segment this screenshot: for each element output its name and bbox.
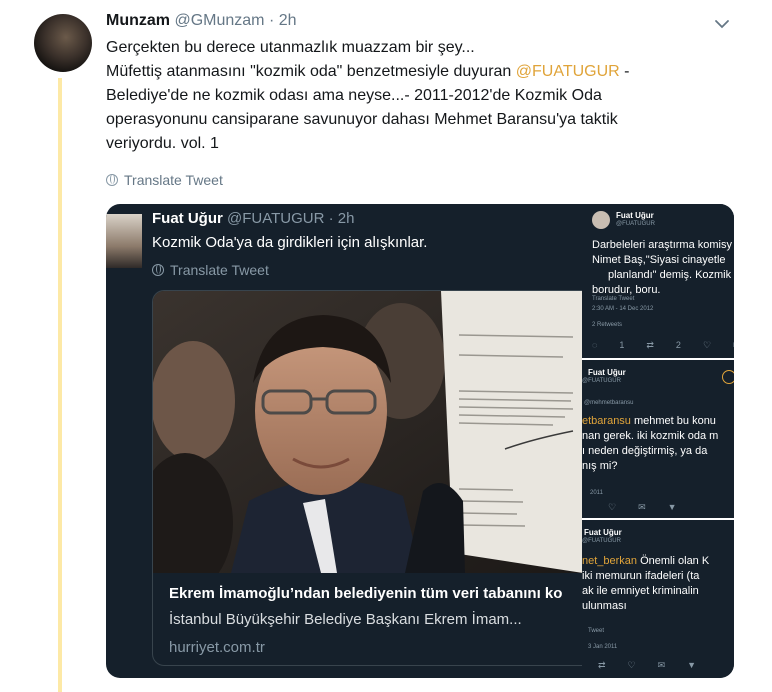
retweet-icon: ⇄ <box>646 340 654 350</box>
screenshot-count: 1 <box>619 340 625 350</box>
screenshot-actions: ⇄ ♡ ✉ ▼ <box>598 660 696 671</box>
quoted-time[interactable]: · 2h <box>329 210 355 227</box>
screenshot-translate: Tweet <box>588 628 605 634</box>
screenshot-line: planlandı" demiş. Kozmik o <box>608 269 734 281</box>
screenshot-line: Nimet Baş,"Siyasi cinayetle <box>592 254 726 266</box>
news-photo-graphic <box>153 291 583 573</box>
tweet-line-segment: - <box>619 63 630 80</box>
quoted-author-handle[interactable]: @FUATUGUR <box>227 210 324 227</box>
thread-line <box>58 78 62 692</box>
dm-icon: ✉ <box>733 340 734 351</box>
tweet-line: Müfettiş atanmasını "kozmik oda" benzetm… <box>106 60 666 84</box>
dm-icon: ✉ <box>638 502 646 512</box>
embedded-screenshot-3: Fuat Uğur @FUATUGUR net_berkan Önemli ol… <box>582 520 734 678</box>
screenshot-date: 2011 <box>590 490 603 496</box>
screenshot-line: Darbeleleri araştırma komisy <box>592 239 732 251</box>
screenshot-mention: etbaransu <box>582 415 631 427</box>
screenshot-line: net_berkan Önemli olan K <box>582 555 710 567</box>
card-title: Ekrem İmamoğlu’ndan belediyenin tüm veri… <box>169 585 563 602</box>
tweet-line: operasyonunu cansiparane savunuyor dahas… <box>106 111 618 128</box>
quoted-author-name[interactable]: Fuat Uğur <box>152 210 223 227</box>
screenshot-author-name: Fuat Uğur <box>588 368 626 377</box>
translate-label: Translate Tweet <box>124 172 223 188</box>
screenshot-mention: net_berkan <box>582 555 638 567</box>
screenshot-count: 2 <box>675 340 681 350</box>
screenshot-replying-to: @mehmetbaransu <box>584 400 634 406</box>
globe-icon <box>106 174 118 186</box>
screenshot-retweets: 2 Retweets <box>592 322 623 328</box>
embedded-screenshot-1: Fuat Uğur @FUATUGUR Darbeleleri araştırm… <box>582 204 734 358</box>
globe-icon <box>152 264 164 276</box>
screenshot-text: net_berkan Önemli olan K iki memurun ifa… <box>582 554 709 614</box>
retweet-icon: ⇄ <box>598 660 606 670</box>
avatar[interactable] <box>34 14 92 72</box>
screenshot-date: 2:30 AM - 14 Dec 2012 <box>592 306 654 312</box>
dm-icon: ✉ <box>657 660 666 670</box>
tweet-line: veriyordu. vol. 1 <box>106 135 219 152</box>
screenshot-author-handle: @FUATUGUR <box>582 538 621 544</box>
tweet-header: Munzam @GMunzam · 2h <box>106 12 297 30</box>
news-photo <box>153 291 583 573</box>
screenshot-line: ı neden değiştirmiş, ya da <box>582 445 708 457</box>
screenshot-author-handle: @FUATUGUR <box>582 378 621 384</box>
quoted-tweet[interactable]: Fuat Uğur @FUATUGUR · 2h Kozmik Oda'ya d… <box>106 204 734 678</box>
screenshot-text: Darbeleleri araştırma komisy Nimet Baş,"… <box>592 238 734 298</box>
screenshot-line: ulunması <box>582 600 627 612</box>
tweet-line-segment: Müfettiş atanmasını "kozmik oda" benzetm… <box>106 63 516 80</box>
screenshot-author-name: Fuat Uğur <box>616 211 654 220</box>
quoted-avatar[interactable] <box>106 214 142 268</box>
screenshot-line: nış mi? <box>582 460 618 472</box>
card-domain: hurriyet.com.tr <box>169 639 265 656</box>
mention-link[interactable]: @FUATUGUR <box>516 63 620 80</box>
screenshot-line: iki memurun ifadeleri (ta <box>582 570 700 582</box>
author-name[interactable]: Munzam <box>106 12 170 29</box>
screenshot-line: nan gerek. iki kozmik oda m <box>582 430 719 442</box>
bookmark-icon: ▼ <box>687 660 697 670</box>
screenshot-line: etbaransu mehmet bu konu <box>582 415 716 427</box>
like-icon: ♡ <box>702 340 712 350</box>
bookmark-icon: ▼ <box>667 502 677 512</box>
quoted-tweet-main: Fuat Uğur @FUATUGUR · 2h Kozmik Oda'ya d… <box>106 204 583 678</box>
translate-tweet-link[interactable]: Translate Tweet <box>106 172 223 188</box>
screenshot-line: ak ile emniyet kriminalin <box>582 585 699 597</box>
quoted-header: Fuat Uğur @FUATUGUR · 2h <box>152 210 354 227</box>
like-icon: ♡ <box>608 502 617 512</box>
screenshot-author-handle: @FUATUGUR <box>616 221 655 227</box>
reply-icon: ◌ <box>592 340 598 350</box>
chevron-down-icon[interactable] <box>714 18 730 30</box>
card-description: İstanbul Büyükşehir Belediye Başkanı Ekr… <box>169 611 522 628</box>
screenshot-author-name: Fuat Uğur <box>584 528 622 537</box>
embedded-screenshot-2: Fuat Uğur @FUATUGUR @mehmetbaransu etbar… <box>582 360 734 518</box>
quoted-translate-link[interactable]: Translate Tweet <box>152 262 269 278</box>
screenshot-translate: Translate Tweet <box>592 296 635 302</box>
like-icon: ♡ <box>627 660 636 670</box>
quoted-text: Kozmik Oda'ya da girdikleri için alışkın… <box>152 234 428 251</box>
screenshot-actions: ◌ 1 ⇄ 2 ♡ ✉ <box>592 340 734 351</box>
tweet-time[interactable]: · 2h <box>269 12 297 29</box>
screenshot-actions: ♡ ✉ ▼ <box>608 502 677 513</box>
link-card[interactable]: Ekrem İmamoğlu’ndan belediyenin tüm veri… <box>152 290 583 666</box>
tweet-line: Belediye'de ne kozmik odası ama neyse...… <box>106 87 602 104</box>
follow-icon <box>722 370 734 384</box>
screenshot-avatar <box>592 211 610 229</box>
screenshot-date: 3 Jan 2011 <box>588 644 618 650</box>
tweet-text: Gerçekten bu derece utanmazlık muazzam b… <box>106 36 666 156</box>
translate-label: Translate Tweet <box>170 262 269 278</box>
tweet-line: Gerçekten bu derece utanmazlık muazzam b… <box>106 39 475 56</box>
author-handle[interactable]: @GMunzam <box>174 12 264 29</box>
screenshot-text: etbaransu mehmet bu konu nan gerek. iki … <box>582 414 718 474</box>
